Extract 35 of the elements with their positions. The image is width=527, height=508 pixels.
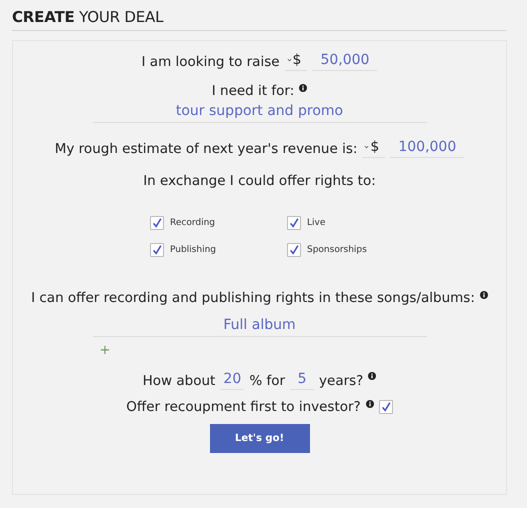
caret-icon[interactable] [364, 145, 370, 149]
add-button[interactable]: + [100, 343, 110, 358]
submit-button[interactable]: Let's go! [210, 424, 310, 453]
checkbox-label: Recording [170, 218, 216, 228]
percent-field[interactable]: 20 [220, 371, 244, 390]
field-label: My rough estimate of next year's revenue is: [54, 140, 358, 156]
years-field[interactable]: 5 [290, 371, 314, 390]
checkbox[interactable] [150, 243, 164, 257]
section-title: CREATE YOUR DEAL [12, 6, 507, 31]
checkbox-label: Publishing [170, 245, 216, 255]
info-icon[interactable] [368, 372, 376, 380]
songs-field[interactable]: Full album [92, 313, 426, 337]
field-label: % for [249, 372, 286, 388]
purpose-field[interactable]: tour support and promo [92, 99, 426, 123]
currency-select[interactable]: $ [284, 52, 308, 71]
field-label: I can offer recording and publishing rights in these songs/albums: [31, 290, 475, 306]
checkbox-label: Sponsorships [307, 245, 367, 255]
amount-field[interactable]: 100,000 [390, 139, 464, 158]
checkbox[interactable] [378, 400, 393, 414]
info-icon[interactable] [299, 84, 308, 92]
info-icon[interactable] [366, 400, 374, 408]
checkbox-label: Live [307, 218, 326, 228]
field-label: years? [319, 372, 364, 388]
info-icon[interactable] [480, 291, 488, 299]
checkbox[interactable] [287, 243, 301, 257]
field-label: I need it for: [212, 83, 294, 99]
field-label: I am looking to raise [142, 54, 280, 70]
amount-field[interactable]: 50,000 [312, 52, 378, 71]
checkbox[interactable] [287, 216, 301, 230]
currency-select[interactable]: $ [362, 139, 386, 158]
checkbox[interactable] [150, 216, 164, 230]
caret-icon[interactable] [286, 58, 292, 62]
field-label: In exchange I could offer rights to: [143, 173, 376, 189]
field-label: How about [142, 372, 216, 388]
field-label: Offer recoupment first to investor? [126, 399, 361, 415]
